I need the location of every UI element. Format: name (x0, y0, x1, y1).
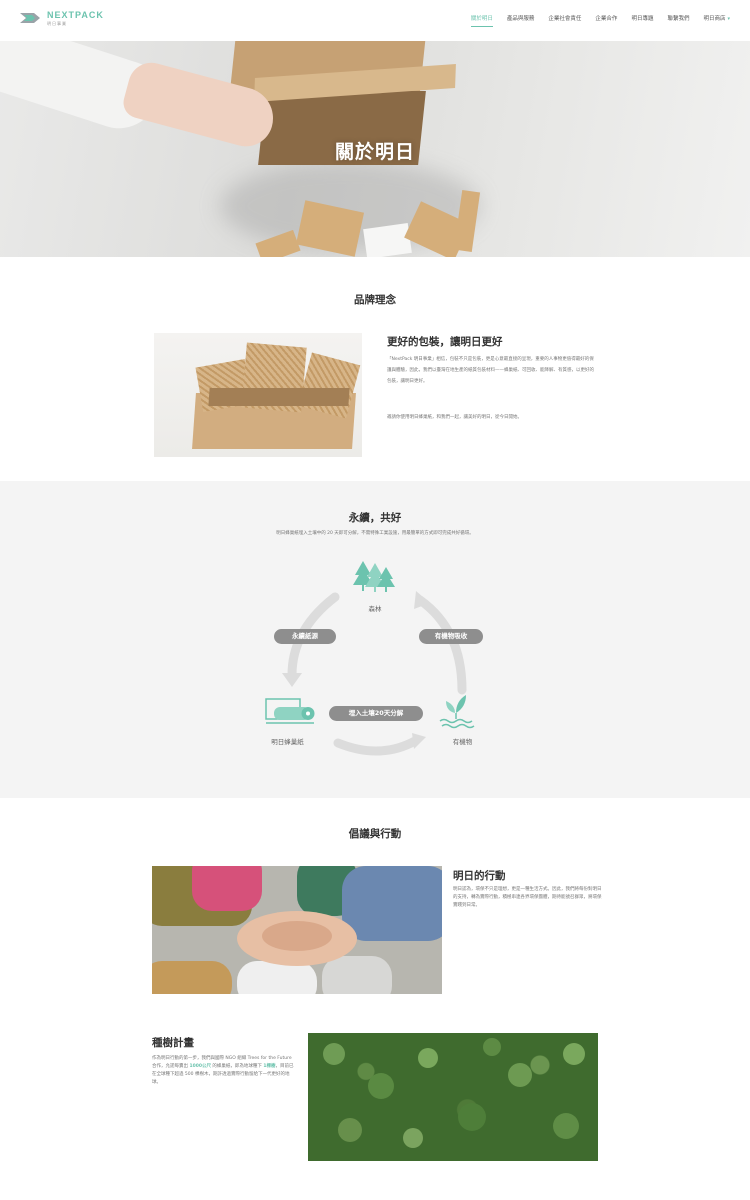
tree-plan-highlight-tree: 1棵樹 (263, 1064, 276, 1069)
photo-treetop (323, 1043, 345, 1065)
nav-item-about[interactable]: 關於明日 (470, 14, 493, 27)
sustain-cycle-diagram: 森林 有機物 明日蜂巢紙 永續紙源 有機物吸收 埋入土壤20天分解 (230, 555, 520, 765)
cycle-arrow-bottom (333, 736, 420, 756)
photo-treetop (403, 1128, 423, 1148)
logo-subtitle: 明日事業 (47, 20, 67, 26)
action-section-title: 倡議與行動 (348, 828, 402, 840)
chevron-down-icon: ▾ (727, 16, 730, 22)
forest-photo (308, 1033, 598, 1161)
action-heading: 明日的行動 (453, 870, 506, 882)
photo-sleeve (152, 961, 232, 994)
photo-treetop (563, 1043, 585, 1065)
photo-treetop (483, 1038, 501, 1056)
hero-honeycomb-paper (363, 223, 412, 257)
photo-treetop (338, 1118, 362, 1142)
arrow-head-bottom-icon (412, 733, 426, 749)
brand-body-invite: 邀請你使用明日蜂巢紙，和我們一起，讓美好的明日，從今日開始。 (387, 415, 522, 420)
photo-treetop (553, 1113, 579, 1139)
photo-sleeve (192, 866, 262, 911)
hero-banner: 關於明日 (0, 41, 750, 257)
main-nav: 關於明日 產品與服務 企業社會責任 企業合作 明日專題 聯繫我們 明日商店 ▾ (457, 14, 730, 27)
photo-hand (262, 921, 332, 951)
nav-item-shop-label: 明日商店 (703, 16, 726, 22)
paper-label: 明日蜂巢紙 (271, 738, 304, 746)
brand-photo-box-edge (208, 388, 350, 406)
photo-sleeve (342, 866, 442, 941)
nav-item-products[interactable]: 產品與服務 (507, 14, 535, 27)
nav-item-csr[interactable]: 企業社會責任 (548, 14, 581, 27)
action-photo (152, 866, 442, 994)
tree-plan-body: 作為明日行動的第一步，我們與國際 NGO 組織 Trees for the Fu… (152, 1055, 297, 1087)
photo-sleeve (237, 961, 317, 994)
paper-roll-icon (265, 698, 315, 724)
brand-photo (154, 333, 362, 457)
nav-item-contact[interactable]: 聯繫我們 (667, 14, 689, 27)
brand-heading: 更好的包裝，讓明日更好 (387, 336, 503, 348)
nav-item-partnership[interactable]: 企業合作 (595, 14, 617, 27)
photo-sleeve (322, 956, 392, 994)
brand-body: 「NextPack 明日事業」相信，包裝不只是包裝，更是心意最直接的呈現，重要的… (387, 357, 594, 384)
forest-icon (353, 561, 395, 592)
nav-item-shop[interactable]: 明日商店 ▾ (703, 14, 730, 27)
tree-plan-text: 的蜂巢紙，即為地球種下 (210, 1064, 264, 1069)
logo[interactable]: NEXTPACK 明日事業 (20, 10, 104, 26)
site-header: NEXTPACK 明日事業 關於明日 產品與服務 企業社會責任 企業合作 明日專… (0, 0, 750, 41)
sustain-section-title: 永續，共好 (348, 512, 402, 524)
photo-treetop (458, 1103, 486, 1131)
organic-label: 有機物 (452, 738, 473, 746)
nav-item-topics[interactable]: 明日專題 (631, 14, 653, 27)
photo-treetop (418, 1048, 438, 1068)
photo-treetop (368, 1073, 394, 1099)
action-body: 明日認為，環保不只是理想，更是一種生活方式。因此，我們將每份對明日的支持，轉為實… (453, 887, 602, 908)
brand-section-title: 品牌理念 (354, 294, 396, 306)
pill-organic-absorb: 有機物吸收 (419, 629, 483, 644)
logo-name: NEXTPACK (47, 9, 104, 20)
pill-decompose: 埋入土壤20天分解 (329, 706, 423, 721)
pill-sustainable-paper: 永續紙源 (274, 629, 336, 644)
forest-label: 森林 (368, 605, 382, 613)
sustain-subtitle: 明日蜂巢紙埋入土壤中的 20 天即可分解，不需特殊工業設施，用最簡單的方式即可完… (276, 531, 474, 536)
sprout-icon (439, 695, 475, 729)
tree-plan-highlight-length: 1000公尺 (189, 1064, 211, 1069)
nextpack-logo-icon (20, 10, 42, 26)
tree-plan-heading: 種樹計畫 (152, 1037, 194, 1049)
hero-title: 關於明日 (334, 141, 415, 163)
photo-treetop (508, 1063, 532, 1087)
cycle-arrow-right (415, 595, 467, 695)
arrow-head-left-icon (282, 673, 302, 687)
